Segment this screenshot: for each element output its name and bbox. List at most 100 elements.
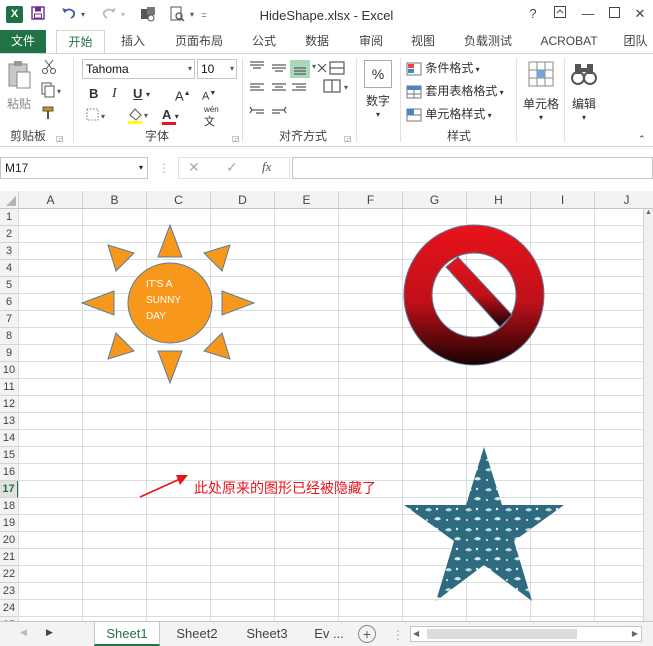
format-painter-icon[interactable]: [41, 105, 59, 123]
chevron-down-icon: ▾: [229, 64, 234, 73]
cells-label: 单元格: [522, 97, 559, 111]
formula-bar-grip-icon: ⋮: [158, 161, 170, 175]
editing-label: 编辑: [571, 97, 596, 111]
bold-button[interactable]: B: [89, 85, 98, 103]
sun-text-line-2: SUNNY: [146, 295, 181, 306]
editing-button[interactable]: 编辑 ▾: [566, 60, 602, 123]
tab-formulas[interactable]: 公式: [244, 30, 284, 54]
add-sheet-icon[interactable]: +: [358, 625, 376, 643]
sheet-tab-more[interactable]: Ev ...: [306, 622, 352, 646]
horizontal-scroll-thumb[interactable]: [427, 629, 577, 639]
paste-icon: [8, 61, 31, 89]
alignment-launcher-icon[interactable]: ◲: [344, 130, 352, 148]
italic-button[interactable]: I: [112, 85, 117, 103]
star-shape[interactable]: [402, 445, 566, 609]
alignment-controls: ▾ ▾: [248, 58, 358, 126]
tab-view[interactable]: 视图: [403, 30, 443, 54]
tab-file[interactable]: 文件: [0, 30, 46, 54]
paste-label: 粘贴: [6, 97, 31, 111]
chevron-down-icon: ▾: [485, 111, 492, 120]
sheet-tab-sheet2[interactable]: Sheet2: [164, 622, 230, 646]
conditional-formatting-label: 条件格式: [425, 61, 474, 75]
help-button[interactable]: ?: [523, 5, 543, 23]
font-color-label: A: [162, 107, 172, 122]
vertical-scrollbar[interactable]: [643, 209, 653, 621]
binoculars-icon: [571, 64, 597, 85]
conditional-formatting-icon: [406, 62, 422, 76]
sun-ray: [157, 350, 183, 385]
minimize-button[interactable]: —: [578, 5, 598, 23]
font-launcher-icon[interactable]: ◲: [232, 130, 240, 148]
tab-insert[interactable]: 插入: [112, 30, 154, 54]
ribbon-display-options-icon[interactable]: [550, 5, 570, 23]
cells-icon: [528, 61, 554, 87]
insert-function-button[interactable]: fx: [262, 159, 271, 175]
tab-split-grip-icon[interactable]: ⋮: [392, 628, 404, 642]
horizontal-scrollbar[interactable]: ◀ ▶: [410, 626, 642, 642]
title-bar: X ▾ ▾ ▾ = HideShape.xlsx - Excel ? — ✕: [0, 0, 653, 30]
close-button[interactable]: ✕: [630, 5, 650, 23]
tab-load-test[interactable]: 负载测试: [455, 30, 521, 54]
font-color-button[interactable]: A ▾: [162, 106, 190, 126]
enter-button[interactable]: ✓: [226, 159, 238, 176]
no-symbol-bar: [445, 256, 513, 328]
font-name-value: Tahoma: [86, 62, 129, 76]
tab-data[interactable]: 数据: [296, 30, 338, 54]
increase-font-size-button[interactable]: A▲: [175, 85, 191, 105]
tab-home[interactable]: 开始: [56, 30, 105, 54]
scroll-right-icon[interactable]: ▶: [632, 627, 638, 641]
paste-button[interactable]: 粘贴: [4, 60, 34, 120]
name-box-value: M17: [5, 161, 29, 175]
increase-font-arrow-icon: ▲: [183, 90, 191, 97]
clipboard-launcher-icon[interactable]: ◲: [56, 130, 64, 148]
tab-review[interactable]: 审阅: [350, 30, 392, 54]
tab-team[interactable]: 团队: [618, 30, 653, 54]
scroll-up-icon[interactable]: ▲: [644, 209, 653, 221]
next-sheet-icon[interactable]: ▶: [46, 627, 53, 638]
sun-text-line-1: IT'S A: [146, 279, 173, 290]
formula-input[interactable]: [292, 157, 653, 179]
chevron-down-icon: ▾: [473, 65, 480, 74]
svg-text:▾: ▾: [101, 112, 105, 121]
phonetic-guide-button[interactable]: wén 文: [204, 104, 234, 128]
no-symbol-shape[interactable]: [402, 223, 546, 367]
sun-ray: [107, 244, 135, 272]
decrease-font-size-button[interactable]: A▼: [202, 85, 216, 106]
font-color-swatch: [162, 122, 176, 125]
tab-page-layout[interactable]: 页面布局: [166, 30, 232, 54]
conditional-formatting-button[interactable]: 条件格式 ▾: [406, 59, 480, 79]
sun-shape[interactable]: IT'S A SUNNY DAY: [80, 221, 260, 385]
copy-icon[interactable]: ▾: [41, 82, 67, 100]
group-separator: [400, 58, 401, 142]
cut-icon[interactable]: [41, 59, 59, 77]
format-as-table-button[interactable]: 套用表格格式 ▾: [406, 82, 504, 102]
cancel-button[interactable]: ✕: [188, 159, 200, 176]
alignment-icons: ▾ ▾: [249, 60, 348, 114]
scroll-left-icon[interactable]: ◀: [413, 627, 419, 641]
name-box[interactable]: M17 ▾: [0, 157, 148, 179]
cell-styles-button[interactable]: 单元格样式 ▾: [406, 105, 492, 125]
tab-acrobat[interactable]: ACROBAT: [533, 30, 605, 54]
sun-ray: [157, 223, 183, 258]
underline-button[interactable]: U: [133, 85, 142, 103]
sun-ray: [221, 290, 256, 316]
cells-button[interactable]: 单元格 ▾: [520, 60, 562, 123]
underline-dropdown-icon[interactable]: ▾: [146, 86, 150, 104]
font-name-select[interactable]: Tahoma ▾: [82, 59, 195, 79]
maximize-icon[interactable]: [604, 5, 624, 23]
worksheet-grid[interactable]: ABCDEFGHIJ 1 2 3 4 5 6 7 8 9 10 11 12 13 14 15 16 17 18 19…: [0, 191, 653, 621]
sun-ray: [203, 332, 231, 360]
sheet-tab-sheet3[interactable]: Sheet3: [234, 622, 300, 646]
chevron-down-icon: ▾: [581, 113, 586, 122]
font-color-dropdown-icon: ▾: [174, 112, 179, 121]
sheet-tab-sheet1[interactable]: Sheet1: [94, 622, 160, 646]
ribbon: 粘贴 ▾ 剪贴板 ◲ Tahoma ▾ 10 ▾ B I U ▾ A▲ A▼ ▾…: [0, 53, 653, 147]
font-size-select[interactable]: 10 ▾: [197, 59, 237, 79]
number-format-button[interactable]: % 数字 ▾: [362, 60, 394, 120]
collapse-ribbon-icon[interactable]: ⌃: [638, 130, 646, 148]
group-separator: [242, 58, 243, 142]
borders-icon[interactable]: ▾: [86, 108, 108, 127]
sun-ray: [203, 244, 231, 272]
prev-sheet-icon[interactable]: ◀: [20, 627, 27, 638]
chevron-down-icon: ▾: [187, 64, 192, 73]
